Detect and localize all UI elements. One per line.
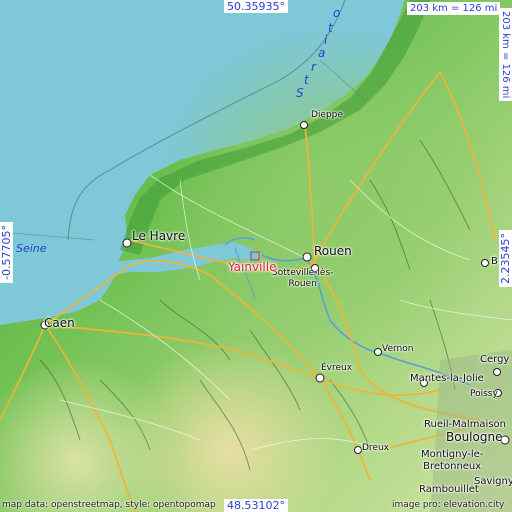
vernon-dot [374,348,382,356]
sotteville-line: Sotteville-lès- [272,268,334,278]
dreux-dot [354,446,362,454]
city-label-le-havre: Le Havre [132,229,186,243]
dieppe-dot [300,121,308,129]
west-coordinate: -0.57705° [0,222,13,283]
south-coordinate: 48.53102° [224,499,288,512]
montigny-line: Montigny-le- [421,449,484,460]
city-label-boulogne: Boulogne [446,430,503,444]
city-label-dreux: Dreux [362,443,389,453]
city-label-mantes: Mantes-la-Jolie [410,373,484,384]
city-label-savigny: Savigny [474,476,512,487]
le-havre-dot [122,238,132,248]
beauvais-edge-dot [481,259,489,267]
montigny-line: Bretonneux [423,461,482,472]
city-label-cergy: Cergy [480,354,510,365]
cergy-dot [493,368,501,376]
north-coordinate: 50.35935° [224,0,288,13]
city-label-poissy: Poissy [470,389,498,399]
city-label-evreux: Évreux [321,363,353,373]
city-label-dieppe: Dieppe [311,110,343,120]
scale-vertical: 203 km = 126 mi [499,8,512,102]
east-coordinate: 2.23545° [499,230,512,287]
evreux-dot [315,373,325,383]
city-label-montigny: Montigny-le- Bretonneux [421,449,483,473]
city-label-vernon: Vernon [382,344,414,354]
city-label-rueil: Rueil-Malmaison [424,419,507,430]
place-label[interactable]: Yainville [228,260,276,274]
city-label-sotteville: Sotteville-lès- Rouen [272,268,333,290]
city-label-rouen: Rouen [314,244,352,258]
credit-right: image pro: elevation.city [392,500,505,510]
credit-left: map data: openstreetmap, style: opentopo… [2,500,216,510]
seine-label: Seine [16,242,47,255]
sotteville-line: Rouen [288,279,317,289]
scale-horizontal: 203 km = 126 mi [407,2,501,15]
city-label-caen: Caen [44,316,75,330]
city-label-beauvais-edge: B [491,256,498,267]
rouen-dot [302,252,312,262]
city-label-rambouillet: Rambouillet [419,484,479,495]
map-view[interactable]: Seine S t r a i t o Dieppe Le Havre Roue… [0,0,512,512]
